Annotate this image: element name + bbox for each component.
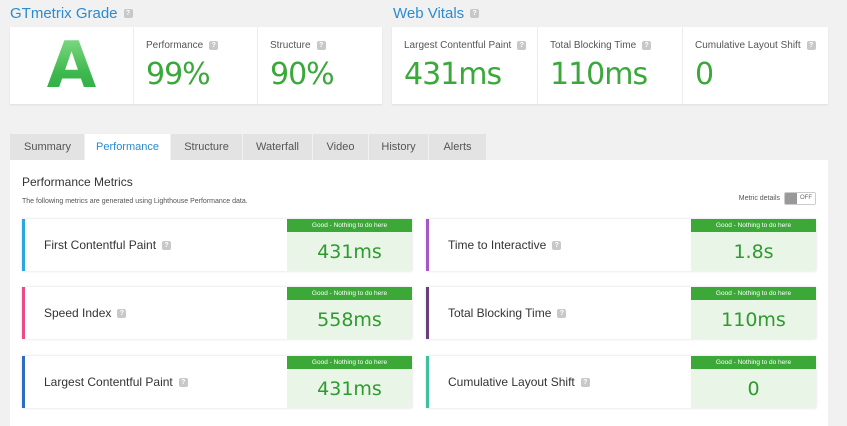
toggle-state: OFF: [797, 193, 815, 204]
web-vitals-card: Largest Contentful Paint ? 431ms Total B…: [392, 27, 828, 104]
panel-subtitle: The following metrics are generated usin…: [22, 198, 248, 205]
status-badge: Good - Nothing to do here: [287, 356, 412, 369]
tab-alerts[interactable]: Alerts: [429, 134, 487, 160]
question-mark-icon[interactable]: ?: [552, 240, 562, 250]
question-mark-icon[interactable]: ?: [178, 377, 188, 387]
metric-card-tti: Time to Interactive ? Good - Nothing to …: [426, 219, 816, 271]
metric-card-tbt: Total Blocking Time ? Good - Nothing to …: [426, 287, 816, 339]
status-badge: Good - Nothing to do here: [287, 287, 412, 300]
metric-status: Good - Nothing to do here 1.8s: [691, 219, 816, 271]
tab-performance[interactable]: Performance: [85, 134, 171, 160]
vital-lcp-label: Largest Contentful Paint: [404, 40, 512, 51]
metric-status: Good - Nothing to do here 431ms: [287, 219, 412, 271]
metric-color-bar: [426, 287, 429, 339]
metric-value: 431ms: [287, 232, 412, 271]
question-mark-icon[interactable]: ?: [806, 41, 816, 50]
status-badge: Good - Nothing to do here: [691, 287, 816, 300]
vital-tbt-value: 110ms: [550, 57, 648, 92]
metric-status: Good - Nothing to do here 431ms: [287, 356, 412, 408]
metric-name-text: Speed Index: [44, 306, 112, 320]
metric-card-lcp: Largest Contentful Paint ? Good - Nothin…: [22, 356, 412, 408]
gtmetrix-grade-heading: GTmetrix Grade ?: [10, 5, 133, 22]
metric-status: Good - Nothing to do here 0: [691, 356, 816, 408]
status-badge: Good - Nothing to do here: [287, 219, 412, 232]
question-mark-icon[interactable]: ?: [316, 41, 326, 50]
metric-name: Total Blocking Time ?: [448, 287, 567, 339]
vital-lcp-value: 431ms: [404, 57, 502, 92]
metric-status: Good - Nothing to do here 110ms: [691, 287, 816, 339]
question-mark-icon[interactable]: ?: [557, 308, 567, 318]
question-mark-icon[interactable]: ?: [162, 240, 172, 250]
status-badge: Good - Nothing to do here: [691, 219, 816, 232]
question-mark-icon[interactable]: ?: [123, 9, 133, 18]
vital-tbt-label: Total Blocking Time: [550, 40, 637, 51]
metric-value: 1.8s: [691, 232, 816, 271]
question-mark-icon[interactable]: ?: [642, 41, 652, 50]
metric-color-bar: [22, 287, 25, 339]
performance-label: Performance: [146, 40, 204, 51]
tab-waterfall[interactable]: Waterfall: [243, 134, 313, 160]
vital-lcp-label-row: Largest Contentful Paint ?: [404, 40, 537, 51]
metric-value: 0: [691, 369, 816, 408]
metric-name-text: Largest Contentful Paint: [44, 375, 173, 389]
metric-value: 558ms: [287, 300, 412, 339]
vital-cls-value: 0: [695, 57, 714, 92]
metric-color-bar: [22, 219, 25, 271]
metric-name: First Contentful Paint ?: [44, 219, 172, 271]
metric-color-bar: [22, 356, 25, 408]
metric-value: 431ms: [287, 369, 412, 408]
web-vitals-heading: Web Vitals ?: [393, 5, 480, 22]
vital-lcp: Largest Contentful Paint ? 431ms: [392, 27, 538, 104]
question-mark-icon[interactable]: ?: [580, 377, 590, 387]
report-tabs: Summary Performance Structure Waterfall …: [10, 134, 487, 160]
metric-details-toggle-wrap: Metric details OFF: [739, 192, 816, 205]
structure-value: 90%: [270, 57, 335, 92]
tab-history[interactable]: History: [369, 134, 429, 160]
tab-structure[interactable]: Structure: [171, 134, 243, 160]
metric-card-fcp: First Contentful Paint ? Good - Nothing …: [22, 219, 412, 271]
metric-name-text: Cumulative Layout Shift: [448, 375, 575, 389]
metric-value: 110ms: [691, 300, 816, 339]
toggle-knob: [785, 193, 797, 204]
gtmetrix-grade-title: GTmetrix Grade: [10, 5, 118, 22]
metric-name-text: First Contentful Paint: [44, 238, 157, 252]
grade-card: A Performance ? 99% Structure ? 90%: [10, 27, 382, 104]
metric-details-label: Metric details: [738, 195, 780, 202]
tab-video[interactable]: Video: [313, 134, 369, 160]
question-mark-icon[interactable]: ?: [517, 41, 527, 50]
performance-label-row: Performance ?: [146, 40, 257, 51]
performance-score: Performance ? 99%: [134, 27, 258, 104]
vital-cls: Cumulative Layout Shift ? 0: [683, 27, 828, 104]
metric-status: Good - Nothing to do here 558ms: [287, 287, 412, 339]
panel-title: Performance Metrics: [22, 175, 133, 189]
grade-letter: A: [46, 28, 97, 103]
performance-panel: Performance Metrics The following metric…: [10, 160, 828, 426]
metric-name: Time to Interactive ?: [448, 219, 562, 271]
tab-summary[interactable]: Summary: [10, 134, 85, 160]
structure-label: Structure: [270, 40, 311, 51]
metric-color-bar: [426, 356, 429, 408]
metric-name: Largest Contentful Paint ?: [44, 356, 188, 408]
metric-color-bar: [426, 219, 429, 271]
vital-cls-label-row: Cumulative Layout Shift ?: [695, 40, 828, 51]
grade-box: A: [10, 27, 134, 104]
question-mark-icon[interactable]: ?: [209, 41, 219, 50]
metric-card-cls: Cumulative Layout Shift ? Good - Nothing…: [426, 356, 816, 408]
metric-details-toggle[interactable]: OFF: [784, 192, 816, 205]
vital-cls-label: Cumulative Layout Shift: [695, 40, 801, 51]
metric-name: Speed Index ?: [44, 287, 127, 339]
metric-card-si: Speed Index ? Good - Nothing to do here …: [22, 287, 412, 339]
question-mark-icon[interactable]: ?: [117, 308, 127, 318]
vital-tbt-label-row: Total Blocking Time ?: [550, 40, 682, 51]
vital-tbt: Total Blocking Time ? 110ms: [538, 27, 683, 104]
structure-score: Structure ? 90%: [258, 27, 382, 104]
web-vitals-title: Web Vitals: [393, 5, 465, 22]
status-badge: Good - Nothing to do here: [691, 356, 816, 369]
metric-name: Cumulative Layout Shift ?: [448, 356, 590, 408]
metric-name-text: Time to Interactive: [448, 238, 547, 252]
metric-name-text: Total Blocking Time: [448, 306, 552, 320]
question-mark-icon[interactable]: ?: [470, 9, 480, 18]
structure-label-row: Structure ?: [270, 40, 382, 51]
performance-value: 99%: [146, 57, 211, 92]
